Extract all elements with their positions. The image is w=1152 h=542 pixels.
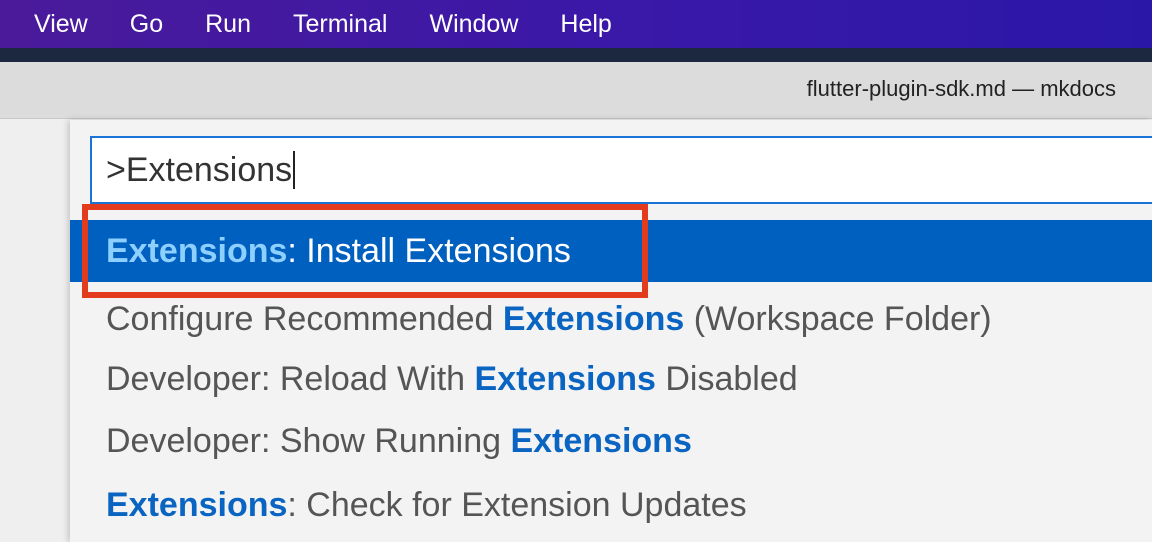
- result-prefix: Developer: Show Running: [106, 421, 511, 460]
- result-match: Extensions: [510, 421, 692, 460]
- menu-run[interactable]: Run: [184, 10, 272, 39]
- window-title: flutter-plugin-sdk.md — mkdocs: [806, 76, 1116, 101]
- menu-window[interactable]: Window: [408, 10, 539, 39]
- menu-terminal[interactable]: Terminal: [272, 10, 408, 39]
- menu-go[interactable]: Go: [109, 10, 184, 39]
- title-bar: flutter-plugin-sdk.md — mkdocs: [0, 62, 1152, 119]
- menu-view[interactable]: View: [0, 10, 109, 39]
- result-prefix: Configure Recommended: [106, 299, 503, 338]
- command-palette: >Extensions Extensions: Install Extensio…: [70, 120, 1152, 542]
- result-match: Extensions: [106, 485, 288, 524]
- result-label: Extensions: Check for Extension Updates: [70, 486, 747, 525]
- result-suffix: Disabled: [655, 359, 798, 398]
- result-label: Developer: Show Running Extensions: [70, 422, 692, 461]
- text-caret: [293, 151, 296, 189]
- result-label: Developer: Reload With Extensions Disabl…: [70, 360, 798, 399]
- command-input-value[interactable]: >Extensions: [92, 151, 292, 190]
- result-label: Extensions: Install Extensions: [70, 232, 571, 271]
- result-match: Extensions: [474, 359, 656, 398]
- command-palette-input[interactable]: >Extensions: [90, 136, 1152, 204]
- command-result-reload-disabled[interactable]: Developer: Reload With Extensions Disabl…: [70, 348, 1152, 410]
- command-result-configure-recommended[interactable]: Configure Recommended Extensions (Worksp…: [70, 288, 1152, 350]
- command-result-check-updates[interactable]: Extensions: Check for Extension Updates: [70, 474, 1152, 536]
- result-suffix: : Check for Extension Updates: [287, 485, 747, 524]
- result-match: Extensions: [106, 231, 288, 270]
- result-suffix: (Workspace Folder): [684, 299, 992, 338]
- command-result-install-extensions[interactable]: Extensions: Install Extensions: [70, 220, 1152, 282]
- menu-bar: View Go Run Terminal Window Help: [0, 0, 1152, 48]
- result-label: Configure Recommended Extensions (Worksp…: [70, 300, 992, 339]
- menu-help[interactable]: Help: [539, 10, 632, 39]
- result-match: Extensions: [502, 299, 685, 338]
- result-suffix: : Install Extensions: [287, 231, 571, 270]
- result-prefix: Developer: Reload With: [106, 359, 475, 398]
- command-result-show-running[interactable]: Developer: Show Running Extensions: [70, 410, 1152, 472]
- title-divider: [0, 48, 1152, 62]
